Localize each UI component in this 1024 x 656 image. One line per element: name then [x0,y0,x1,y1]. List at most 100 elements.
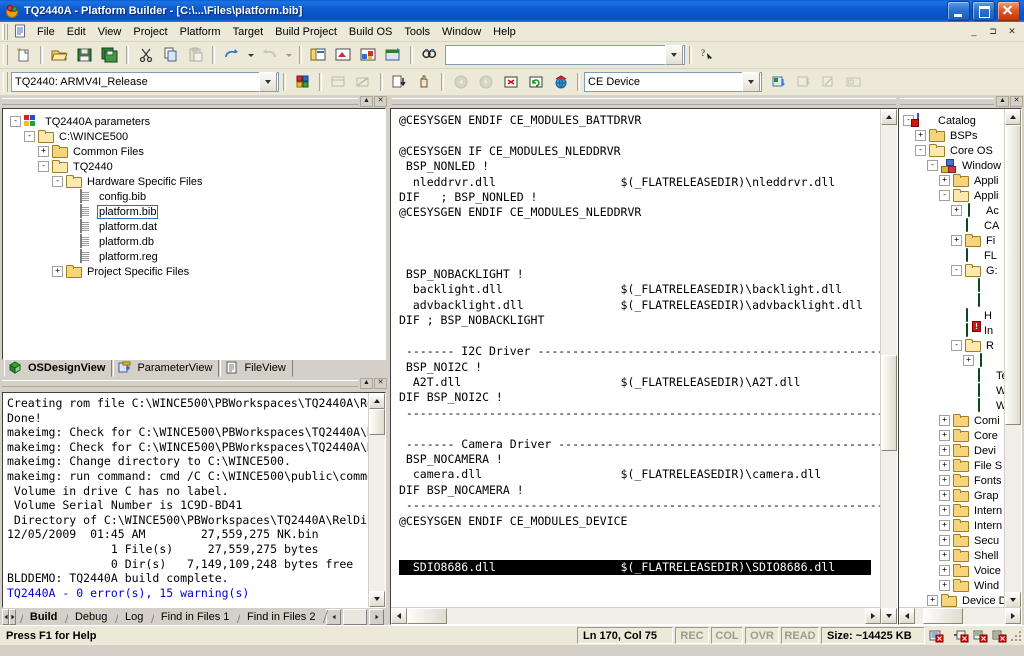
tree-expander[interactable]: - [915,145,926,156]
tree-node[interactable]: - C:\WINCE500 [10,129,382,144]
redo-button[interactable] [257,43,282,67]
tree-expander[interactable]: - [939,190,950,201]
mdi-close-button[interactable]: ✕ [1003,23,1021,40]
tab-parameterview[interactable]: ParameterView [113,359,220,377]
undo-dropdown[interactable] [244,43,257,67]
output-tab-debug[interactable]: Debug [67,609,115,624]
mdi-minimize-button[interactable]: _ [965,23,983,40]
tree-expander[interactable]: - [951,265,962,276]
menu-item-file[interactable]: File [31,24,61,40]
workspace-tree[interactable]: - TQ2440A parameters - C:\WINCE500 + Common F… [4,110,384,281]
nav-back-button[interactable] [448,70,473,94]
workspace-window-button[interactable] [306,43,331,67]
tree-expander[interactable]: + [939,430,950,441]
nav-forward-button[interactable] [473,70,498,94]
tree-node[interactable]: + Appli [903,173,1019,188]
output-pane-maximize-button[interactable]: ▲ [360,378,373,389]
catalog-scroll-thumb[interactable] [1005,125,1021,425]
output-text[interactable]: Creating rom file C:\WINCE500\PBWorkspac… [3,393,385,607]
tab-fileview[interactable]: FileView [220,359,293,377]
help-pointer-button[interactable]: ? [696,43,721,67]
tree-expander[interactable]: + [939,460,950,471]
tree-node[interactable]: - Core OS [903,143,1019,158]
menu-item-project[interactable]: Project [127,24,173,40]
editor-vertical-scrollbar[interactable] [880,109,897,624]
tree-node[interactable]: + Grap [903,488,1019,503]
maximize-button[interactable] [972,1,995,21]
tree-expander[interactable]: - [24,131,35,142]
configuration-combo[interactable]: TQ2440: ARMV4I_Release [11,72,279,92]
stop-hand-button[interactable] [412,70,437,94]
save-button[interactable] [72,43,97,67]
minimize-button[interactable] [947,1,970,21]
tab-osdesignview[interactable]: OSDesignView [4,359,113,377]
next-error-icon[interactable] [973,629,988,643]
tree-node[interactable]: + Intern [903,503,1019,518]
tree-node[interactable]: + File S [903,458,1019,473]
redo-dropdown[interactable] [282,43,295,67]
catalog-horizontal-scrollbar[interactable] [899,607,1021,624]
tree-node[interactable]: + Device Dri [903,593,1019,608]
tree-node[interactable]: platform.db [10,233,382,249]
tree-node[interactable] [903,292,1019,308]
output-window-button[interactable] [331,43,356,67]
output-pane-close-button[interactable]: ✕ [374,378,387,389]
menu-item-build-os[interactable]: Build OS [343,24,398,40]
download-image-button[interactable] [791,70,816,94]
tree-node[interactable] [903,277,1019,293]
editor-scroll-left-button[interactable] [391,608,407,624]
tree-node[interactable]: W [903,397,1019,413]
tree-expander[interactable]: + [939,490,950,501]
save-all-button[interactable] [97,43,122,67]
configuration-dropdown[interactable] [259,72,277,92]
target-globe-button[interactable] [548,70,573,94]
output-tabs-next-button[interactable] [9,608,17,625]
tree-node[interactable]: + Comi [903,413,1019,428]
tree-node[interactable]: - TQ2440 [10,159,382,174]
tree-expander[interactable]: + [927,595,938,606]
tree-expander[interactable]: + [939,445,950,456]
tree-node[interactable]: Te [903,367,1019,383]
tree-node[interactable]: + Intern [903,518,1019,533]
tree-node[interactable]: + BSPs [903,128,1019,143]
tree-expander[interactable]: - [10,116,21,127]
tree-expander[interactable]: + [939,475,950,486]
code-editor-text[interactable]: @CESYSGEN ENDIF CE_MODULES_BATTDRVR @CES… [391,109,897,624]
tree-expander[interactable]: + [939,565,950,576]
tree-node[interactable]: + Wind [903,578,1019,593]
tree-expander[interactable]: + [951,205,962,216]
catalog-vertical-scrollbar[interactable] [1004,109,1021,608]
catalog-scroll-down-button[interactable] [1005,592,1021,608]
tree-node[interactable]: In [903,322,1019,338]
output-vertical-scrollbar[interactable] [368,393,385,607]
copy-button[interactable] [158,43,183,67]
tree-node[interactable]: + Devi [903,443,1019,458]
undo-button[interactable] [219,43,244,67]
tree-expander[interactable]: + [963,355,974,366]
catalog-scroll-right-button[interactable] [1005,608,1021,624]
tree-node[interactable]: - Catalog [903,112,1019,128]
editor-hscroll-thumb[interactable] [407,608,447,624]
editor-horizontal-scrollbar[interactable] [391,607,881,624]
catalog-hscroll-thumb[interactable] [923,608,963,624]
catalog-scroll-up-button[interactable] [1005,109,1021,125]
output-scroll-down-button[interactable] [369,591,385,607]
output-tab-log[interactable]: Log [117,609,151,624]
tree-expander[interactable]: + [939,535,950,546]
tree-expander[interactable]: + [939,175,950,186]
tree-node[interactable]: + [903,352,1019,368]
output-scroll-thumb[interactable] [369,409,385,435]
tree-node[interactable]: - Appli [903,188,1019,203]
tree-node[interactable]: + Core [903,428,1019,443]
catalog-scroll-track[interactable] [1005,125,1021,592]
tree-node[interactable]: + Project Specific Files [10,264,382,279]
workspace-pane-maximize-button[interactable]: ▲ [360,96,373,107]
tree-expander[interactable]: + [915,130,926,141]
step-into-button[interactable] [387,70,412,94]
editor-scroll-right-button[interactable] [865,608,881,624]
cesh-button[interactable] [766,70,791,94]
editor-scroll-up-button[interactable] [881,109,897,125]
tree-node[interactable]: - Window [903,158,1019,173]
tree-node[interactable]: H [903,307,1019,323]
editor-scroll-thumb[interactable] [881,355,897,451]
